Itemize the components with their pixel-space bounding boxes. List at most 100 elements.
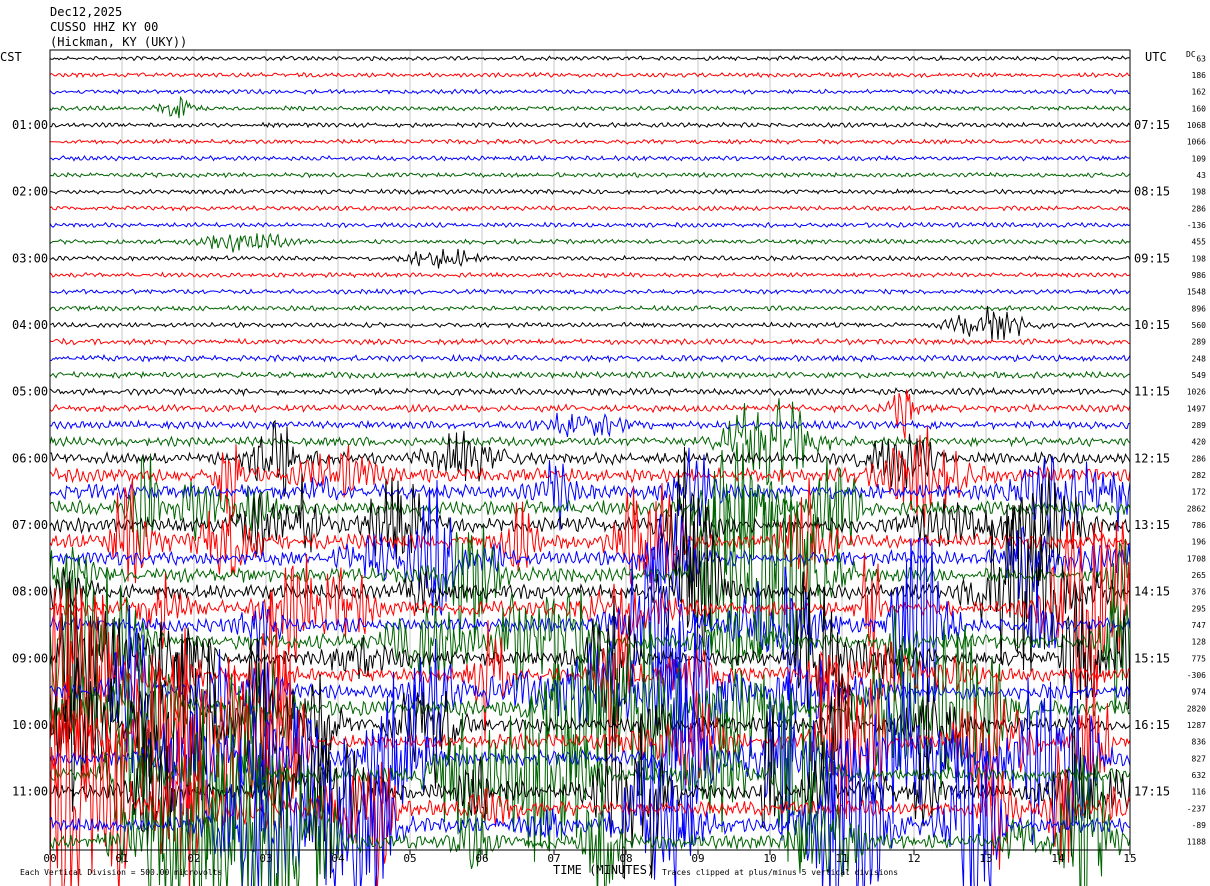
footer: Each Vertical Division = 500.00 microvol… [20,863,898,877]
trace-line [49,441,1131,573]
left-time-label: 11:00 [12,785,48,799]
dc-offset-value: 186 [1192,71,1207,80]
dc-offset-value: 974 [1192,688,1207,697]
trace-line [49,304,1131,313]
dc-offset-value: 775 [1192,654,1207,663]
dc-offset-value: 1287 [1187,721,1206,730]
dc-offset-value: 160 [1192,104,1207,113]
dc-offset-value: 376 [1192,588,1207,597]
dc-offset-value: 786 [1192,521,1207,530]
trace-line [49,232,1131,253]
header-date: Dec12,2025 [50,5,122,19]
dc-offset-value: 560 [1192,321,1207,330]
dc-offset-value: 248 [1192,354,1207,363]
trace-line [49,71,1131,79]
dc-offset-value: 896 [1192,304,1207,313]
trace-line [49,88,1131,95]
dc-offset-value: 289 [1192,421,1207,430]
right-axis-label: UTC [1145,50,1167,64]
dc-offset-value: 172 [1192,488,1207,497]
left-time-label: 06:00 [12,451,48,465]
dc-offset-value: 116 [1192,788,1207,797]
trace-line [49,305,1131,341]
trace-line [49,154,1131,162]
dc-offset-value: 1026 [1187,388,1206,397]
trace-line [49,353,1131,364]
right-time-label: 12:15 [1134,451,1170,465]
seismic-traces [49,54,1131,886]
x-tick-label: 00 [43,852,56,865]
dc-offset-value: -306 [1187,671,1206,680]
dc-offset-value: 109 [1192,154,1207,163]
trace-line [50,138,1131,145]
dc-offset-value: 63 [1196,54,1206,63]
x-tick-label: 12 [907,852,920,865]
x-tick-label: 01 [115,852,128,865]
dc-label: DC [1186,50,1196,59]
dc-offset-value: 282 [1192,471,1207,480]
x-axis-title: TIME (MINUTES) [553,863,654,877]
trace-line [49,389,1131,440]
left-axis-label: CST [0,50,22,64]
dc-offset-value: 420 [1192,438,1207,447]
right-time-labels: 07:15 08:15 09:15 10:15 11:15 12:15 13:15 14:15… [1134,118,1170,799]
dc-offset-value: 43 [1196,171,1206,180]
x-tick-label: 11 [835,852,848,865]
left-time-label: 04:00 [12,318,48,332]
trace-line [49,370,1131,380]
dc-offset-value: 1497 [1187,404,1206,413]
x-tick-label: 14 [1051,852,1065,865]
footer-scale-note: Each Vertical Division = 500.00 microvol… [20,868,222,877]
dc-offset-value: 2820 [1187,704,1206,713]
dc-offset-value: 632 [1192,771,1207,780]
left-time-labels: 01:00 02:00 03:00 04:00 05:00 06:00 07:00 08:00… [12,118,48,799]
dc-offset-value: 1066 [1187,138,1206,147]
right-time-label: 07:15 [1134,118,1170,132]
right-time-label: 15:15 [1134,651,1170,665]
dc-offset-value: 286 [1192,454,1207,463]
left-time-label: 01:00 [12,118,48,132]
dc-offset-value: 986 [1192,271,1207,280]
right-time-label: 16:15 [1134,718,1170,732]
trace-line [49,386,1131,397]
dc-offset-value: 295 [1192,604,1207,613]
dc-offset-value: 128 [1192,638,1207,647]
trace-line [49,171,1131,179]
trace-line [49,288,1131,296]
header: Dec12,2025 CUSSO HHZ KY 00 (Hickman, KY … [50,5,187,49]
dc-offset-value: 747 [1192,621,1207,630]
dc-offset-value: 1548 [1187,288,1206,297]
dc-offset-value: 827 [1192,754,1207,763]
left-time-label: 09:00 [12,651,48,665]
trace-line [49,271,1131,279]
dc-offset-value: 196 [1192,538,1207,547]
dc-offset-value: 549 [1192,371,1207,380]
dc-offset-value: 1708 [1187,554,1206,563]
dc-offset-value: 1068 [1187,121,1206,130]
dc-offset-value: 2862 [1187,504,1206,513]
left-time-label: 10:00 [12,718,48,732]
left-time-label: 08:00 [12,585,48,599]
x-tick-label: 06 [475,852,488,865]
dc-offset-value: 162 [1192,88,1207,97]
left-time-label: 02:00 [12,185,48,199]
left-time-label: 07:00 [12,518,48,532]
dc-offset-value: -136 [1187,221,1206,230]
header-station: CUSSO HHZ KY 00 [50,20,158,34]
right-time-label: 11:15 [1134,385,1170,399]
x-tick-label: 09 [691,852,704,865]
trace-line [49,205,1131,212]
right-time-label: 13:15 [1134,518,1170,532]
dc-offset-value: -89 [1192,821,1207,830]
dc-offset-column: 63 186 162 160 1068 1066 109 43 198 286 -136 455 198… [1187,54,1206,846]
right-time-label: 08:15 [1134,185,1170,199]
trace-line [49,248,1131,269]
x-tick-label: 02 [187,852,200,865]
dc-offset-value: 289 [1192,338,1207,347]
x-tick-label: 04 [331,852,345,865]
dc-offset-value: -237 [1187,804,1206,813]
right-time-label: 10:15 [1134,318,1170,332]
dc-offset-value: 286 [1192,204,1207,213]
x-tick-label: 15 [1123,852,1136,865]
footer-clip-note: Traces clipped at plus/minus 5 vertical … [662,868,898,877]
